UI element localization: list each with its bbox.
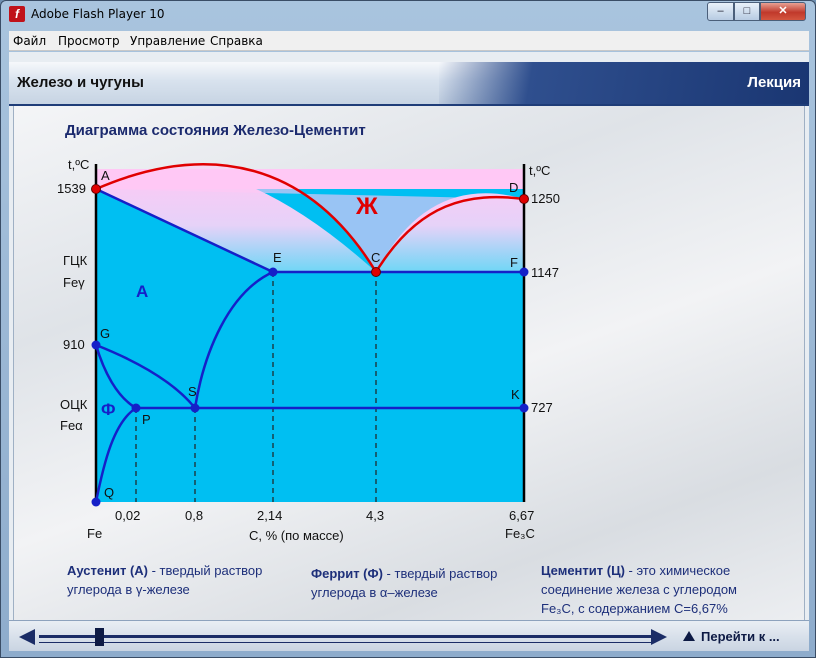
point-s [190, 403, 200, 413]
x-tick-08: 0,8 [185, 508, 203, 523]
region-liquid: Ж [355, 193, 378, 220]
definition-cementite: Цементит (Ц) - это химическое соединение… [541, 561, 737, 618]
point-a [91, 184, 101, 194]
phase-fe-alpha: Feα [60, 418, 83, 433]
term-ferrite: Феррит (Ф) [311, 566, 383, 581]
menu-bar: Файл Просмотр Управление Справка [9, 31, 809, 51]
window-title: Adobe Flash Player 10 [31, 7, 165, 21]
austenite-text1: - твердый раствор [148, 563, 263, 578]
navigation-bar: Перейти к ... [9, 620, 809, 651]
point-c [371, 267, 381, 277]
ferrite-text1: - твердый раствор [382, 566, 498, 581]
point-g [91, 340, 101, 350]
x-left-label: Fe [87, 526, 102, 541]
phase-gcc: ГЦК [63, 253, 88, 268]
x-tick-002: 0,02 [115, 508, 140, 523]
title-bar: f Adobe Flash Player 10 – □ ✕ [1, 1, 815, 29]
close-button[interactable]: ✕ [760, 2, 806, 21]
progress-track[interactable] [39, 635, 651, 638]
next-arrow-icon[interactable] [651, 629, 667, 645]
definition-ferrite: Феррит (Ф) - твердый раствор углерода в … [311, 564, 497, 602]
austenite-text2: углерода в γ-железе [67, 582, 190, 597]
app-window: f Adobe Flash Player 10 – □ ✕ Файл Просм… [0, 0, 816, 658]
phase-fe-gamma: Feγ [63, 275, 85, 290]
label-d: D [509, 180, 518, 195]
menu-view[interactable]: Просмотр [58, 34, 120, 48]
x-tick-667: 6,67 [509, 508, 534, 523]
label-q: Q [104, 485, 114, 500]
tick-1250: 1250 [531, 191, 560, 206]
menu-control[interactable]: Управление [130, 34, 205, 48]
tick-1147: 1147 [531, 265, 559, 280]
y-axis-label-left: t,ºC [68, 157, 89, 172]
x-tick-43: 4,3 [366, 508, 384, 523]
goto-label: Перейти к ... [701, 629, 780, 644]
label-g: G [100, 326, 110, 341]
y-axis-label-right: t,ºC [529, 163, 550, 178]
label-c: C [371, 250, 380, 265]
cementite-text2: соединение железа с углеродом [541, 582, 737, 597]
x-tick-214: 2,14 [257, 508, 282, 523]
flash-icon: f [9, 6, 25, 22]
menu-file[interactable]: Файл [13, 34, 46, 48]
label-e: E [273, 250, 282, 265]
label-p: P [142, 412, 151, 427]
phase-bcc: ОЦК [60, 397, 88, 412]
ferrite-text2: углерода в α–железе [311, 585, 438, 600]
x-axis-label: С, % (по массе) [249, 528, 344, 543]
term-austenite: Аустенит (А) [67, 563, 148, 578]
term-cementite: Цементит (Ц) [541, 563, 625, 578]
triangle-up-icon [683, 631, 695, 641]
tick-727: 727 [531, 400, 553, 415]
point-k [519, 403, 529, 413]
x-right-label: Fe₃C [505, 526, 535, 541]
region-ferrite: Ф [101, 400, 116, 419]
point-f [519, 267, 529, 277]
prev-arrow-icon[interactable] [19, 629, 35, 645]
point-e [268, 267, 278, 277]
progress-thumb[interactable] [95, 628, 104, 646]
flash-content: Железо и чугуны Лекция Диаграмма состоян… [9, 52, 809, 651]
label-a: A [101, 168, 110, 183]
minimize-button[interactable]: – [707, 2, 734, 21]
goto-button[interactable]: Перейти к ... [683, 629, 780, 644]
tick-1539: 1539 [57, 181, 86, 196]
region-austenite: А [136, 282, 148, 301]
maximize-button[interactable]: □ [734, 2, 760, 21]
definition-austenite: Аустенит (А) - твердый раствор углерода … [67, 561, 262, 599]
cementite-text3: Fe₃C, с содержанием С=6,67% [541, 601, 728, 616]
label-f: F [510, 255, 518, 270]
progress-track-line [39, 642, 651, 643]
label-k: K [511, 387, 520, 402]
label-s: S [188, 384, 197, 399]
point-q [91, 497, 101, 507]
tick-910: 910 [63, 337, 85, 352]
point-p [131, 403, 141, 413]
cementite-text1: - это химическое [624, 563, 731, 578]
point-d [519, 194, 529, 204]
menu-help[interactable]: Справка [210, 34, 263, 48]
